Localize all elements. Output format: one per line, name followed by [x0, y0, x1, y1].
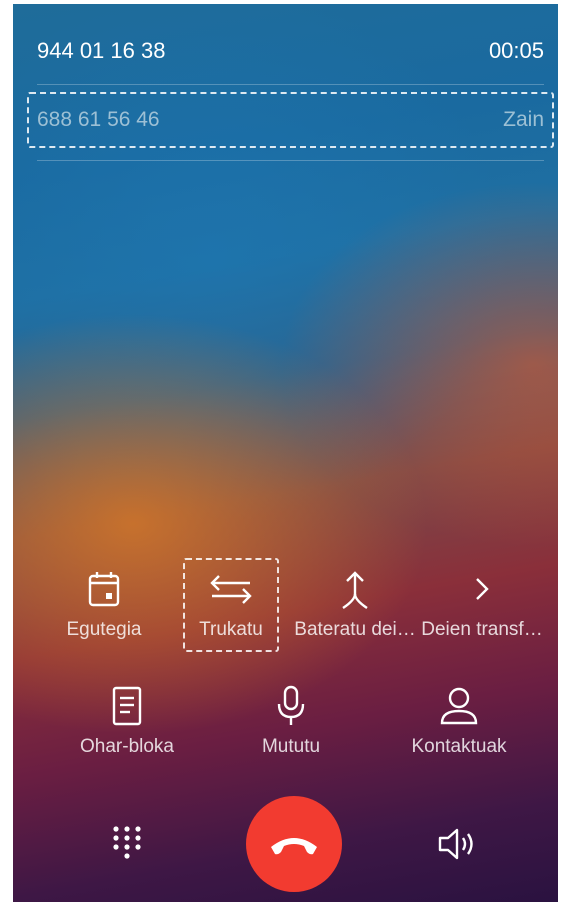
call-screen: 944 01 16 38 00:05 688 61 56 46 Zain Egu… [13, 4, 558, 902]
held-call-number: 688 61 56 46 [37, 108, 160, 131]
divider [37, 84, 544, 85]
hangup-icon [271, 838, 317, 855]
swap-icon [209, 567, 253, 611]
calendar-icon [82, 567, 126, 611]
transfer-calls-label: Deien transf… [421, 619, 543, 640]
dialpad-icon [113, 826, 141, 859]
note-icon [105, 684, 149, 728]
notepad-label: Ohar-bloka [80, 736, 174, 757]
calendar-button[interactable]: Egutegia [61, 567, 147, 641]
active-call-row[interactable]: 944 01 16 38 00:05 [37, 34, 544, 68]
mute-label: Mututu [261, 736, 321, 757]
swap-button[interactable]: Trukatu [185, 567, 277, 641]
transfer-calls-button[interactable]: Deien transf… [417, 567, 547, 641]
chevron-right-icon [460, 567, 504, 611]
speaker-icon [438, 828, 473, 860]
notepad-button[interactable]: Ohar-bloka [71, 684, 183, 758]
contacts-button[interactable]: Kontaktuak [399, 684, 519, 758]
end-call-button[interactable] [246, 796, 342, 892]
active-call-number: 944 01 16 38 [37, 38, 166, 63]
contacts-label: Kontaktuak [411, 736, 507, 757]
merge-icon [333, 567, 377, 611]
held-call-row[interactable]: 688 61 56 46 Zain [27, 92, 554, 148]
merge-calls-label: Bateratu dei… [294, 619, 416, 640]
dialpad-button[interactable] [105, 822, 149, 866]
microphone-icon [269, 684, 313, 728]
call-duration: 00:05 [488, 38, 544, 63]
mute-button[interactable]: Mututu [241, 684, 341, 758]
held-call-status: Zain [503, 108, 544, 131]
speaker-button[interactable] [433, 822, 481, 866]
merge-calls-button[interactable]: Bateratu dei… [293, 567, 417, 641]
calendar-label: Egutegia [66, 619, 142, 640]
contact-icon [437, 684, 481, 728]
swap-label: Trukatu [199, 619, 263, 640]
divider [37, 160, 544, 161]
